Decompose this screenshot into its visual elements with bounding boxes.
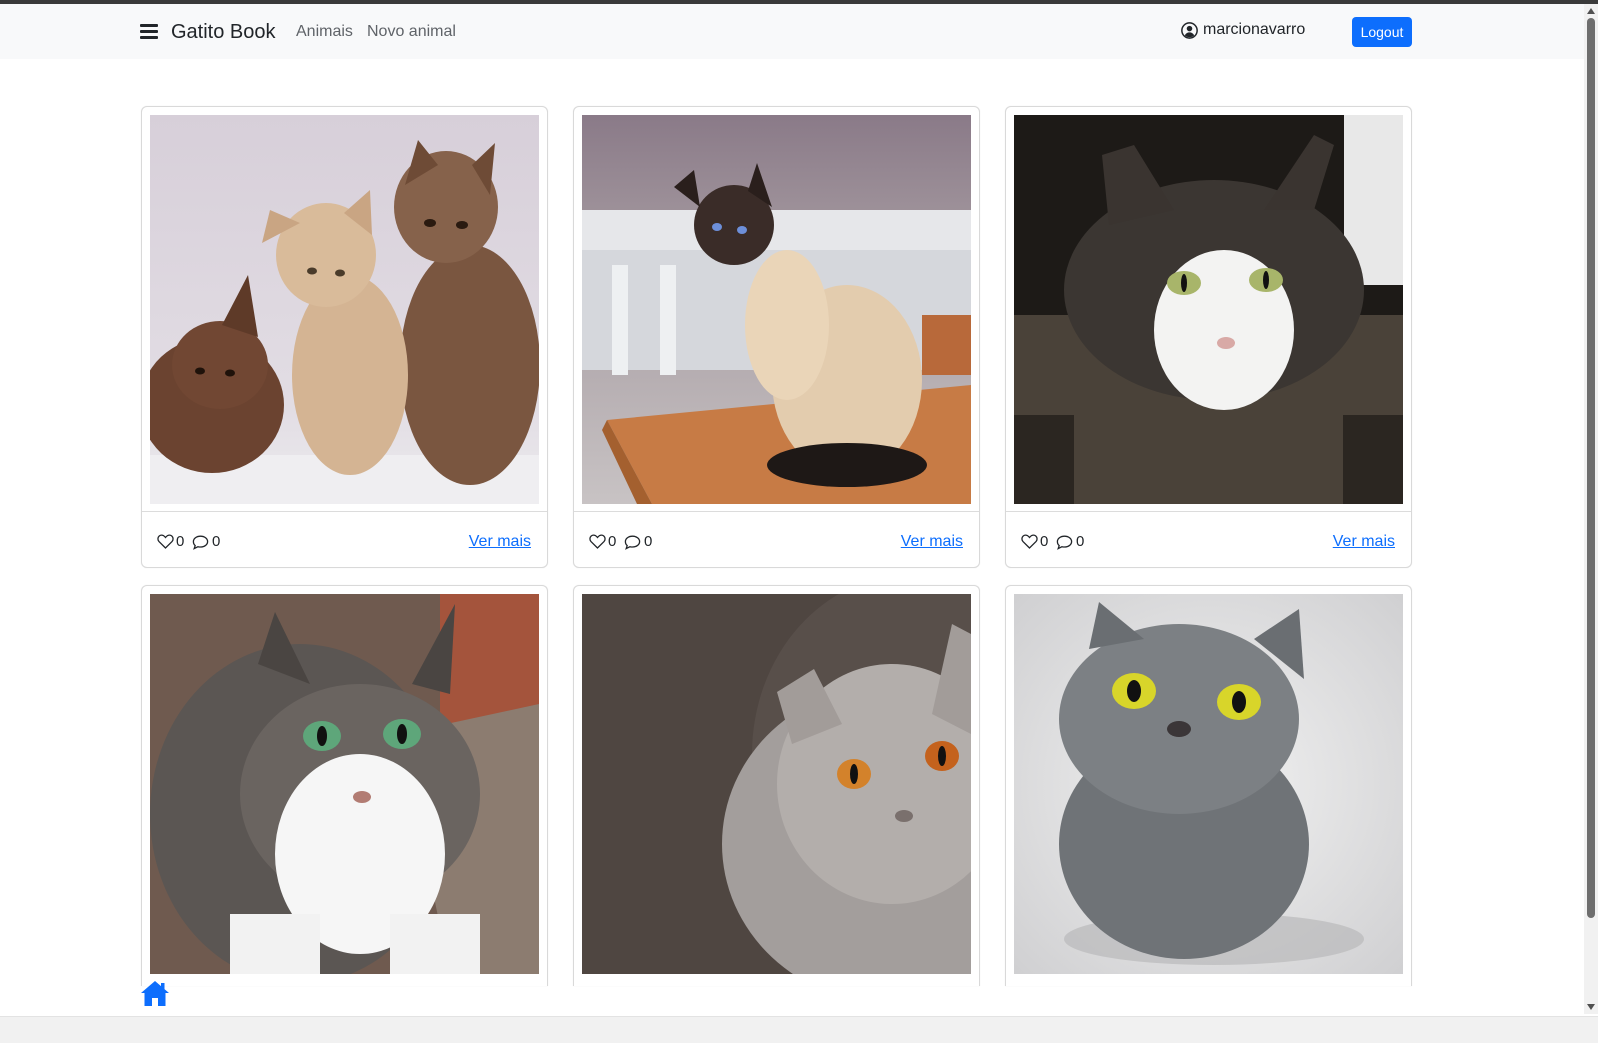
three-kittens-photo[interactable] xyxy=(150,115,539,504)
siamese-cat-photo[interactable] xyxy=(582,115,971,504)
comments-count: 0 xyxy=(644,533,653,550)
hamburger-menu-icon[interactable] xyxy=(140,24,158,40)
brand-link[interactable]: Gatito Book xyxy=(171,21,276,44)
comment-icon[interactable] xyxy=(624,535,641,550)
likes-count: 0 xyxy=(1040,533,1049,550)
animal-card xyxy=(1005,585,1412,986)
black-white-cat-photo[interactable] xyxy=(1014,115,1403,504)
ver-mais-link[interactable]: Ver mais xyxy=(469,533,531,551)
likes-count: 0 xyxy=(608,533,617,550)
heart-icon[interactable] xyxy=(1021,534,1038,549)
animal-card: 0 0 Ver mais xyxy=(1005,106,1412,568)
heart-icon[interactable] xyxy=(157,534,174,549)
logout-button[interactable]: Logout xyxy=(1352,17,1412,47)
tabby-white-cat-photo[interactable] xyxy=(150,594,539,974)
scroll-up-arrow-icon[interactable] xyxy=(1587,8,1595,14)
comment-icon[interactable] xyxy=(1056,535,1073,550)
likes-count: 0 xyxy=(176,533,185,550)
animal-card: 0 0 Ver mais xyxy=(573,106,980,568)
nav-link-animais[interactable]: Animais xyxy=(296,23,353,41)
animal-card xyxy=(141,585,548,986)
ver-mais-link[interactable]: Ver mais xyxy=(1333,533,1395,551)
scroll-down-arrow-icon[interactable] xyxy=(1587,1004,1595,1010)
comment-icon[interactable] xyxy=(192,535,209,550)
animal-card xyxy=(573,585,980,986)
vertical-scrollbar[interactable] xyxy=(1584,4,1598,1014)
british-shorthair-cat-photo[interactable] xyxy=(582,594,971,974)
ver-mais-link[interactable]: Ver mais xyxy=(901,533,963,551)
grey-cat-looking-up-photo[interactable] xyxy=(1014,594,1403,974)
username-label: marcionavarro xyxy=(1203,21,1306,38)
navbar: Gatito Book Animais Novo animal marciona… xyxy=(0,4,1584,59)
nav-link-novo-animal[interactable]: Novo animal xyxy=(367,23,456,41)
animal-card: 0 0 Ver mais xyxy=(141,106,548,568)
horizontal-scrollbar[interactable] xyxy=(0,1016,1598,1043)
comments-count: 0 xyxy=(1076,533,1085,550)
scrollbar-thumb[interactable] xyxy=(1587,18,1595,918)
home-icon[interactable] xyxy=(140,980,170,1007)
user-circle-icon xyxy=(1181,22,1198,39)
heart-icon[interactable] xyxy=(589,534,606,549)
comments-count: 0 xyxy=(212,533,221,550)
